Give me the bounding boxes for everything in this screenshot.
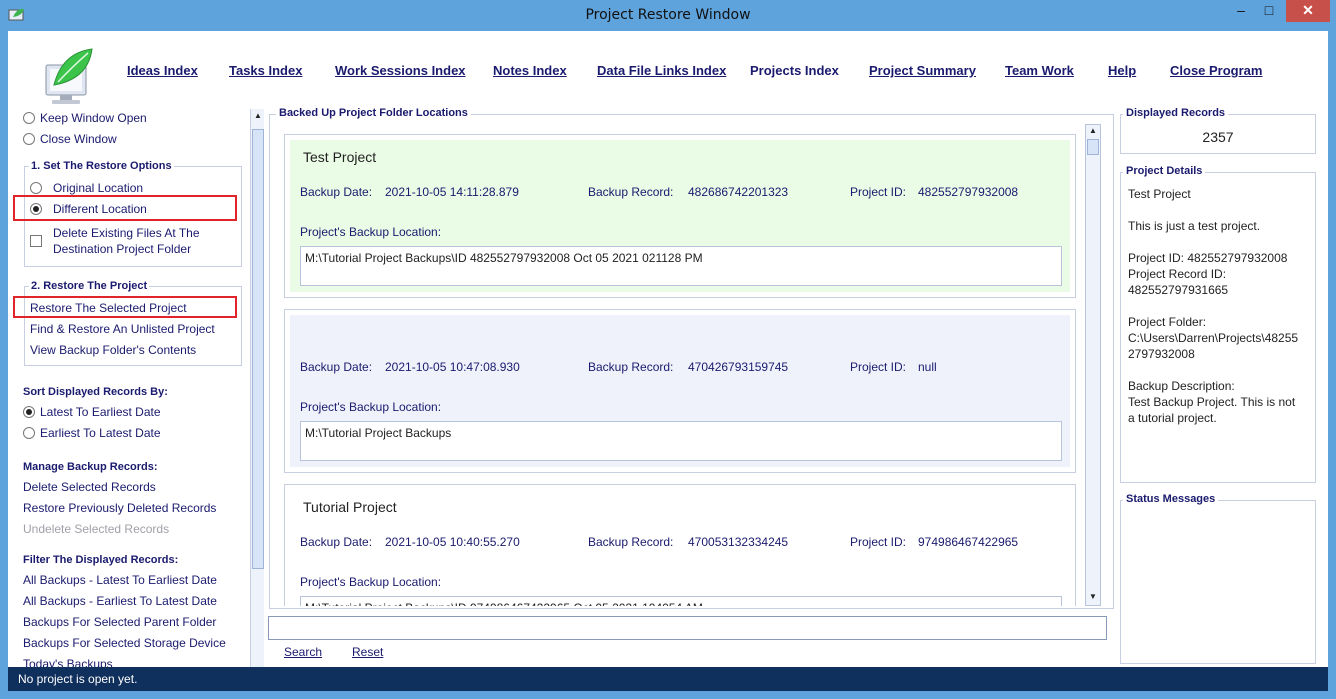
- window: Project Restore Window – □ ✕ Ideas Index…: [0, 0, 1336, 699]
- view-backup-link[interactable]: View Backup Folder's Contents: [30, 343, 196, 357]
- filter-storage-link[interactable]: Backups For Selected Storage Device: [23, 636, 226, 650]
- displayed-records-count: 2357: [1202, 129, 1234, 145]
- title-bar[interactable]: Project Restore Window – □ ✕: [0, 0, 1336, 31]
- delete-existing-label-2[interactable]: Destination Project Folder: [53, 242, 191, 256]
- earliest-first-label[interactable]: Earliest To Latest Date: [40, 426, 161, 440]
- close-window-label[interactable]: Close Window: [40, 132, 117, 146]
- backup-card[interactable]: Test Project Backup Date: 2021-10-05 14:…: [284, 134, 1076, 298]
- maximize-icon[interactable]: □: [1256, 0, 1282, 22]
- backup-record-value: 482686742201323: [688, 185, 789, 199]
- earliest-first-radio[interactable]: [23, 427, 35, 439]
- filter-parent-link[interactable]: Backups For Selected Parent Folder: [23, 615, 216, 629]
- search-button[interactable]: Search: [284, 645, 322, 659]
- nav-ideas-index[interactable]: Ideas Index: [127, 63, 198, 78]
- project-details-title: Project Details: [1123, 165, 1206, 177]
- close-icon[interactable]: ✕: [1286, 0, 1330, 22]
- filter-all-earliest-link[interactable]: All Backups - Earliest To Latest Date: [23, 594, 217, 608]
- backup-card[interactable]: Backup Date: 2021-10-05 10:47:08.930 Bac…: [284, 309, 1076, 473]
- minimize-icon[interactable]: –: [1228, 0, 1254, 22]
- scroll-thumb[interactable]: [252, 129, 264, 569]
- project-id-value: 482552797932008: [918, 185, 1019, 199]
- status-messages-title: Status Messages: [1123, 493, 1219, 505]
- nav-data-file-links-index[interactable]: Data File Links Index: [597, 63, 726, 78]
- backup-record-label: Backup Record:: [588, 185, 674, 199]
- latest-first-radio[interactable]: [23, 406, 35, 418]
- backup-date-value: 2021-10-05 10:47:08.930: [385, 360, 520, 374]
- delete-selected-link[interactable]: Delete Selected Records: [23, 480, 156, 494]
- backup-date-label: Backup Date:: [300, 185, 373, 199]
- scroll-thumb[interactable]: [1087, 139, 1099, 155]
- scroll-up-icon[interactable]: ▲: [253, 111, 263, 120]
- backup-date-value: 2021-10-05 14:11:28.879: [385, 185, 519, 199]
- nav-notes-index[interactable]: Notes Index: [493, 63, 567, 78]
- different-location-label[interactable]: Different Location: [53, 202, 147, 216]
- delete-existing-label-1[interactable]: Delete Existing Files At The: [53, 226, 200, 240]
- search-input[interactable]: [268, 616, 1107, 640]
- project-id-value: null: [918, 360, 937, 374]
- status-messages-group: [1120, 500, 1316, 664]
- filter-today-link[interactable]: Today's Backups: [23, 657, 113, 667]
- window-title: Project Restore Window: [585, 7, 751, 23]
- location-field[interactable]: M:\Tutorial Project Backups\ID 974986467…: [300, 596, 1062, 606]
- restore-selected-link[interactable]: Restore The Selected Project: [30, 301, 187, 315]
- close-window-radio[interactable]: [23, 133, 35, 145]
- undelete-link: Undelete Selected Records: [23, 522, 170, 536]
- card-project-name: Test Project: [303, 149, 377, 165]
- location-field[interactable]: M:\Tutorial Project Backups\ID 482552797…: [300, 246, 1062, 286]
- project-id-label: Project ID:: [850, 185, 907, 199]
- project-id-label: Project ID:: [850, 535, 907, 549]
- delete-existing-checkbox[interactable]: [30, 235, 42, 247]
- reset-button[interactable]: Reset: [352, 645, 383, 659]
- latest-first-label[interactable]: Latest To Earliest Date: [40, 405, 161, 419]
- find-restore-link[interactable]: Find & Restore An Unlisted Project: [30, 322, 215, 336]
- status-bar: No project is open yet.: [8, 667, 1328, 691]
- backup-card[interactable]: Tutorial Project Backup Date: 2021-10-05…: [284, 484, 1076, 606]
- location-field[interactable]: M:\Tutorial Project Backups: [300, 421, 1062, 461]
- filter-all-latest-link[interactable]: All Backups - Latest To Earliest Date: [23, 573, 217, 587]
- left-scrollbar[interactable]: ▲: [250, 109, 264, 667]
- project-details-text: Test Project This is just a test project…: [1128, 187, 1299, 425]
- list-scrollbar[interactable]: ▲ ▼: [1085, 124, 1101, 606]
- backup-locations-title: Backed Up Project Folder Locations: [276, 107, 471, 119]
- scroll-up-icon[interactable]: ▲: [1088, 126, 1098, 135]
- left-panel: Keep Window Open Close Window 1. Set The…: [8, 105, 264, 667]
- logo-icon: [45, 48, 93, 104]
- card-project-name: Tutorial Project: [303, 499, 397, 515]
- restore-options-title: 1. Set The Restore Options: [29, 160, 174, 172]
- nav-close-program[interactable]: Close Program: [1170, 63, 1262, 78]
- backup-record-value: 470426793159745: [688, 360, 789, 374]
- nav-projects-index[interactable]: Projects Index: [750, 63, 839, 78]
- nav-project-summary[interactable]: Project Summary: [869, 63, 976, 78]
- nav-team-work[interactable]: Team Work: [1005, 63, 1074, 78]
- project-id-value: 974986467422965: [918, 535, 1019, 549]
- backup-record-label: Backup Record:: [588, 360, 674, 374]
- backup-record-value: 470053132334245: [688, 535, 789, 549]
- backup-date-value: 2021-10-05 10:40:55.270: [385, 535, 520, 549]
- backup-record-label: Backup Record:: [588, 535, 674, 549]
- restore-project-title: 2. Restore The Project: [29, 280, 150, 292]
- keep-open-label[interactable]: Keep Window Open: [40, 111, 147, 125]
- displayed-records-title: Displayed Records: [1123, 107, 1229, 119]
- restore-deleted-link[interactable]: Restore Previously Deleted Records: [23, 501, 216, 515]
- location-label: Project's Backup Location:: [300, 225, 442, 239]
- backup-list: Test Project Backup Date: 2021-10-05 14:…: [276, 124, 1102, 606]
- nav-work-sessions-index[interactable]: Work Sessions Index: [335, 63, 466, 78]
- backup-date-label: Backup Date:: [300, 360, 373, 374]
- sort-title: Sort Displayed Records By:: [23, 386, 168, 398]
- nav-tasks-index[interactable]: Tasks Index: [229, 63, 302, 78]
- filter-title: Filter The Displayed Records:: [23, 554, 179, 566]
- keep-open-radio[interactable]: [23, 112, 35, 124]
- manage-title: Manage Backup Records:: [23, 461, 158, 473]
- nav-help[interactable]: Help: [1108, 63, 1136, 78]
- location-label: Project's Backup Location:: [300, 575, 442, 589]
- different-location-radio[interactable]: [30, 203, 42, 215]
- project-id-label: Project ID:: [850, 360, 907, 374]
- client-area: Ideas Index Tasks Index Work Sessions In…: [8, 31, 1328, 667]
- original-location-radio[interactable]: [30, 182, 42, 194]
- backup-date-label: Backup Date:: [300, 535, 373, 549]
- original-location-label[interactable]: Original Location: [53, 181, 143, 195]
- scroll-down-icon[interactable]: ▼: [1088, 592, 1098, 601]
- location-label: Project's Backup Location:: [300, 400, 442, 414]
